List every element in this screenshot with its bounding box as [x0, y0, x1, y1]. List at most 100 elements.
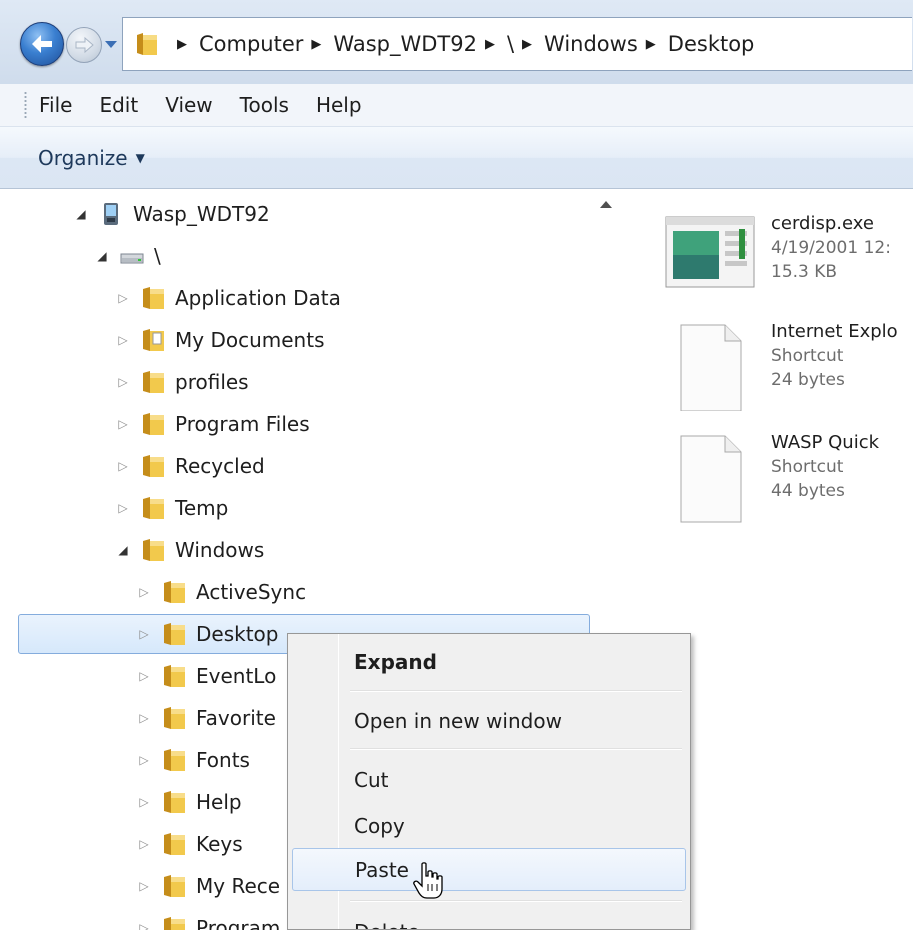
- folder-icon: [164, 875, 185, 897]
- breadcrumb-separator-icon[interactable]: ▶: [177, 37, 187, 52]
- organize-label: Organize: [38, 145, 128, 170]
- collapse-arrow-icon[interactable]: ▷: [116, 333, 130, 347]
- tree-item-program-files[interactable]: ▷ Program Files: [116, 404, 309, 444]
- organize-button[interactable]: Organize ▼: [38, 146, 145, 170]
- collapse-arrow-icon[interactable]: ▷: [116, 501, 130, 515]
- collapse-arrow-icon[interactable]: ▷: [137, 753, 151, 767]
- file-size: 44 bytes: [771, 481, 845, 501]
- menu-item-paste[interactable]: Paste: [292, 848, 686, 891]
- breadcrumb-separator-icon[interactable]: ▶: [646, 37, 656, 52]
- collapse-arrow-icon[interactable]: ▷: [137, 585, 151, 599]
- tree-item-windows[interactable]: ◢ Windows: [116, 530, 264, 570]
- collapse-arrow-icon[interactable]: ▷: [137, 711, 151, 725]
- chevron-down-icon: ▼: [135, 150, 145, 165]
- tree-item-program[interactable]: ▷ Program: [137, 908, 280, 930]
- folder-icon: [143, 413, 164, 435]
- folder-icon: [143, 287, 164, 309]
- breadcrumb[interactable]: ▶ Computer ▶ Wasp_WDT92 ▶ \ ▶ Windows ▶ …: [122, 17, 912, 71]
- tree-item-label: Recycled: [175, 454, 265, 478]
- expand-arrow-icon[interactable]: ◢: [74, 207, 88, 221]
- tree-item-profiles[interactable]: ▷ profiles: [116, 362, 249, 402]
- collapse-arrow-icon[interactable]: ▷: [116, 459, 130, 473]
- menu-separator: [350, 748, 682, 750]
- collapse-arrow-icon[interactable]: ▷: [137, 669, 151, 683]
- collapse-arrow-icon[interactable]: ▷: [137, 837, 151, 851]
- menu-item-delete[interactable]: Delete: [292, 912, 686, 929]
- folder-icon: [143, 455, 164, 477]
- breadcrumb-device[interactable]: Wasp_WDT92: [333, 32, 477, 56]
- file-item-cerdisp[interactable]: cerdisp.exe 4/19/2001 12: 15.3 KB: [665, 213, 891, 289]
- recent-pages-dropdown-icon[interactable]: [104, 38, 118, 50]
- menu-file[interactable]: File: [39, 93, 72, 117]
- menu-tools[interactable]: Tools: [240, 93, 289, 117]
- collapse-arrow-icon[interactable]: ▷: [137, 795, 151, 809]
- breadcrumb-separator-icon[interactable]: ▶: [485, 37, 495, 52]
- tree-item-label: EventLo: [196, 664, 277, 688]
- menu-item-copy[interactable]: Copy: [292, 806, 686, 846]
- tree-item-label: My Rece: [196, 874, 281, 898]
- tree-item-label: \: [154, 244, 161, 268]
- expand-arrow-icon[interactable]: ◢: [116, 543, 130, 557]
- tree-item-label: Temp: [175, 496, 229, 520]
- tree-item-temp[interactable]: ▷ Temp: [116, 488, 228, 528]
- collapse-arrow-icon[interactable]: ▷: [137, 879, 151, 893]
- collapse-arrow-icon[interactable]: ▷: [137, 627, 151, 641]
- menu-item-cut[interactable]: Cut: [292, 760, 686, 800]
- tree-item-help[interactable]: ▷ Help: [137, 782, 241, 822]
- toolbar-grip: [24, 91, 27, 119]
- menu-separator: [350, 690, 682, 692]
- folder-icon: [164, 665, 185, 687]
- shortcut-file-icon: [680, 324, 742, 411]
- context-menu: Expand Open in new window Cut Copy Paste…: [287, 633, 691, 930]
- forward-button[interactable]: [66, 27, 102, 63]
- tree-item-favorites[interactable]: ▷ Favorite: [137, 698, 276, 738]
- collapse-arrow-icon[interactable]: ▷: [116, 417, 130, 431]
- breadcrumb-separator-icon[interactable]: ▶: [522, 37, 532, 52]
- breadcrumb-desktop[interactable]: Desktop: [668, 32, 755, 56]
- breadcrumb-separator-icon[interactable]: ▶: [311, 37, 321, 52]
- scroll-up-arrow-icon[interactable]: [600, 201, 612, 208]
- file-size: 15.3 KB: [771, 262, 838, 282]
- tree-item-recycled[interactable]: ▷ Recycled: [116, 446, 265, 486]
- tree-item-my-recent[interactable]: ▷ My Rece: [137, 866, 280, 906]
- tree-item-label: My Documents: [175, 328, 325, 352]
- collapse-arrow-icon[interactable]: ▷: [116, 375, 130, 389]
- collapse-arrow-icon[interactable]: ▷: [137, 921, 151, 930]
- breadcrumb-root[interactable]: \: [507, 32, 514, 56]
- file-name: Internet Explo: [771, 321, 898, 342]
- file-date: 4/19/2001 12:: [771, 238, 891, 258]
- file-name: WASP Quick: [771, 432, 880, 453]
- back-button[interactable]: [20, 22, 64, 66]
- tree-item-label: Application Data: [175, 286, 341, 310]
- tree-item-root[interactable]: ◢ \: [95, 236, 161, 276]
- tree-item-application-data[interactable]: ▷ Application Data: [116, 278, 341, 318]
- hand-cursor-icon: [413, 862, 443, 899]
- file-item-wasp-quick[interactable]: WASP Quick Shortcut 44 bytes: [665, 432, 879, 524]
- file-type: Shortcut: [771, 457, 844, 477]
- folder-icon: [164, 833, 185, 855]
- menu-help[interactable]: Help: [316, 93, 362, 117]
- tree-item-eventlog[interactable]: ▷ EventLo: [137, 656, 276, 696]
- tree-item-label: Windows: [175, 538, 265, 562]
- menu-view[interactable]: View: [165, 93, 212, 117]
- menu-edit[interactable]: Edit: [99, 93, 138, 117]
- tree-item-label: Favorite: [196, 706, 276, 730]
- menu-separator: [350, 900, 682, 902]
- tree-item-label: profiles: [175, 370, 249, 394]
- tree-item-wasp-wdt92[interactable]: ◢ Wasp_WDT92: [74, 194, 269, 234]
- mobile-device-icon: [104, 203, 118, 225]
- tree-item-keys[interactable]: ▷ Keys: [137, 824, 242, 864]
- file-item-internet-explorer[interactable]: Internet Explo Shortcut 24 bytes: [665, 321, 898, 411]
- tree-item-label: Desktop: [196, 622, 279, 646]
- folder-icon: [137, 33, 157, 55]
- breadcrumb-computer[interactable]: Computer: [199, 32, 303, 56]
- folder-icon: [143, 539, 164, 561]
- tree-item-my-documents[interactable]: ▷ My Documents: [116, 320, 324, 360]
- menu-item-expand[interactable]: Expand: [292, 642, 686, 682]
- tree-item-fonts[interactable]: ▷ Fonts: [137, 740, 250, 780]
- collapse-arrow-icon[interactable]: ▷: [116, 291, 130, 305]
- menu-item-open-new-window[interactable]: Open in new window: [292, 701, 686, 741]
- breadcrumb-windows[interactable]: Windows: [544, 32, 638, 56]
- expand-arrow-icon[interactable]: ◢: [95, 249, 109, 263]
- tree-item-activesync[interactable]: ▷ ActiveSync: [137, 572, 306, 612]
